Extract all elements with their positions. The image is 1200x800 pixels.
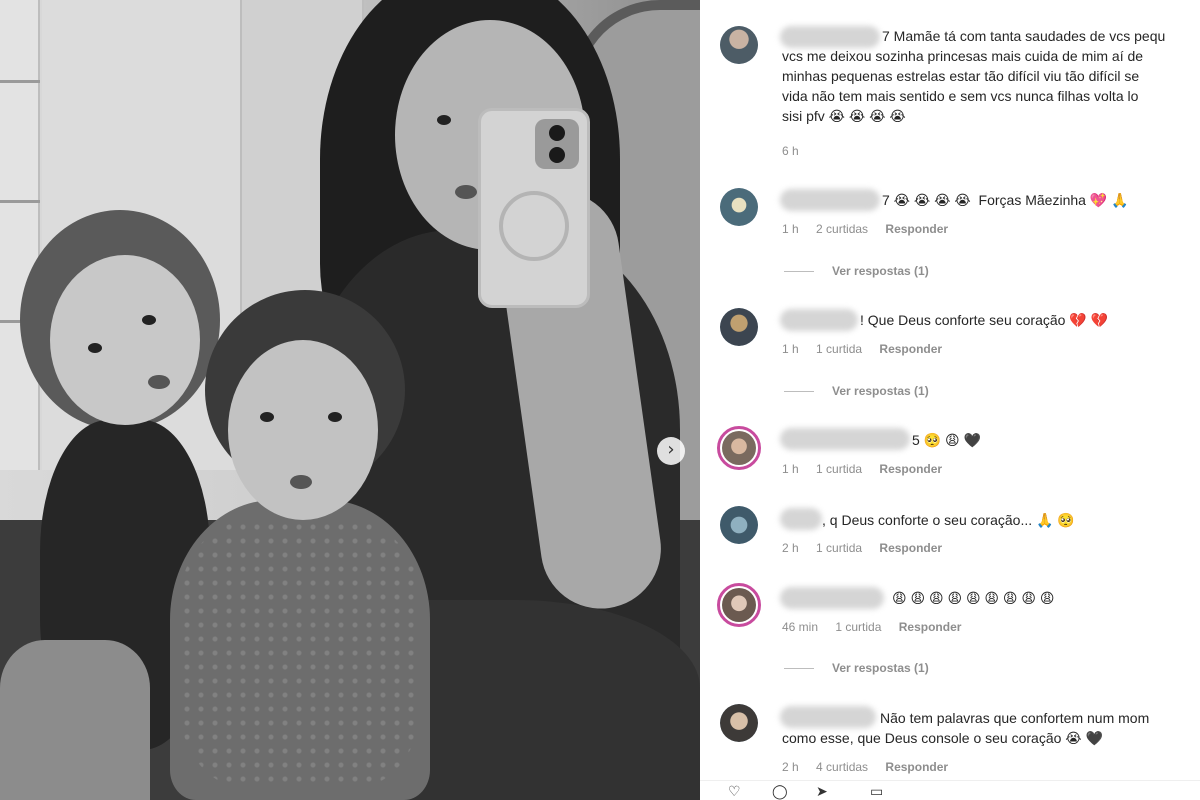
comment-meta: 6 h [782,144,813,158]
divider [784,668,814,670]
comment-likes[interactable]: 1 curtida [816,342,862,356]
avatar[interactable] [720,26,758,64]
comment-time: 46 min [782,620,819,634]
comment-meta: 1 h 1 curtida Responder [782,342,956,356]
comment-text: ! Que Deus conforte seu coração 💔 💔 [860,312,1109,328]
view-replies-button[interactable]: Ver respostas (1) [784,661,929,675]
comment-likes[interactable]: 2 curtidas [816,222,868,236]
reply-button[interactable]: Responder [879,462,942,476]
camera-lens [549,147,565,163]
eye [437,115,451,125]
comment-time: 1 h [782,462,799,476]
eye [328,412,342,422]
view-replies-label: Ver respostas (1) [832,384,929,398]
phone [478,108,590,308]
comment-time: 2 h [782,760,799,774]
reply-button[interactable]: Responder [899,620,962,634]
comments-panel: 7 Mamãe tá com tanta saudades de vcs peq… [700,0,1200,800]
mouth [148,375,170,389]
comment-likes[interactable]: 1 curtida [816,541,862,555]
comment-meta: 2 h 1 curtida Responder [782,541,956,555]
comment-meta: 1 h 2 curtidas Responder [782,222,962,236]
divider [784,391,814,393]
girl1-face [50,255,200,425]
magsafe-ring [499,191,569,261]
comment-time: 1 h [782,222,799,236]
comment-likes[interactable]: 1 curtida [835,620,881,634]
avatar-story-ring[interactable] [717,426,761,470]
view-replies-button[interactable]: Ver respostas (1) [784,264,929,278]
carousel-next-button[interactable]: › [657,437,685,465]
comment-text: , q Deus conforte o seu coração... 🙏 🥺 [822,512,1075,528]
camera-lens [549,125,565,141]
avatar[interactable] [720,308,758,346]
comment-text: 😩 😩 😩 😩 😩 😩 😩 😩 😩 [892,590,1055,606]
reply-button[interactable]: Responder [879,342,942,356]
comment-likes[interactable]: 4 curtidas [816,760,868,774]
comment-text: 5 🥺 😩 🖤 [912,432,981,448]
girl1-legs [0,640,150,800]
comment-text: 7 😭 😭 😭 😭 Forças Mãezinha 💖 🙏 [882,192,1129,208]
save-icon[interactable]: ▭ [870,784,883,800]
comment-meta: 2 h 4 curtidas Responder [782,760,962,774]
mouth [290,475,312,489]
eye [142,315,156,325]
reply-button[interactable]: Responder [885,222,948,236]
avatar[interactable] [720,188,758,226]
reply-button[interactable]: Responder [879,541,942,555]
view-replies-label: Ver respostas (1) [832,661,929,675]
comment-meta: 1 h 1 curtida Responder [782,462,956,476]
view-replies-label: Ver respostas (1) [832,264,929,278]
comment-text: 7 Mamãe tá com tanta saudades de vcs peq… [782,28,1166,124]
mouth [455,185,477,199]
girl2-face [228,340,378,520]
cabinet [0,0,40,470]
comment-icon[interactable]: ◯ [772,784,788,800]
dress-pattern [180,520,420,790]
comment-time: 6 h [782,144,799,158]
divider [784,271,814,273]
comment-meta: 46 min 1 curtida Responder [782,620,975,634]
post-photo [0,0,700,800]
comment-time: 2 h [782,541,799,555]
camera-block [535,119,579,169]
avatar-story-ring[interactable] [717,583,761,627]
drawer-line [0,200,40,203]
eye [260,412,274,422]
comment-time: 1 h [782,342,799,356]
avatar[interactable] [720,704,758,742]
like-icon[interactable]: ♡ [728,784,741,800]
avatar[interactable] [720,506,758,544]
share-icon[interactable]: ➤ [816,784,828,800]
eye [88,343,102,353]
comment-likes[interactable]: 1 curtida [816,462,862,476]
view-replies-button[interactable]: Ver respostas (1) [784,384,929,398]
reply-button[interactable]: Responder [885,760,948,774]
comment-text: Não tem palavras que confortem num mom c… [782,710,1150,746]
drawer-line [0,80,40,83]
